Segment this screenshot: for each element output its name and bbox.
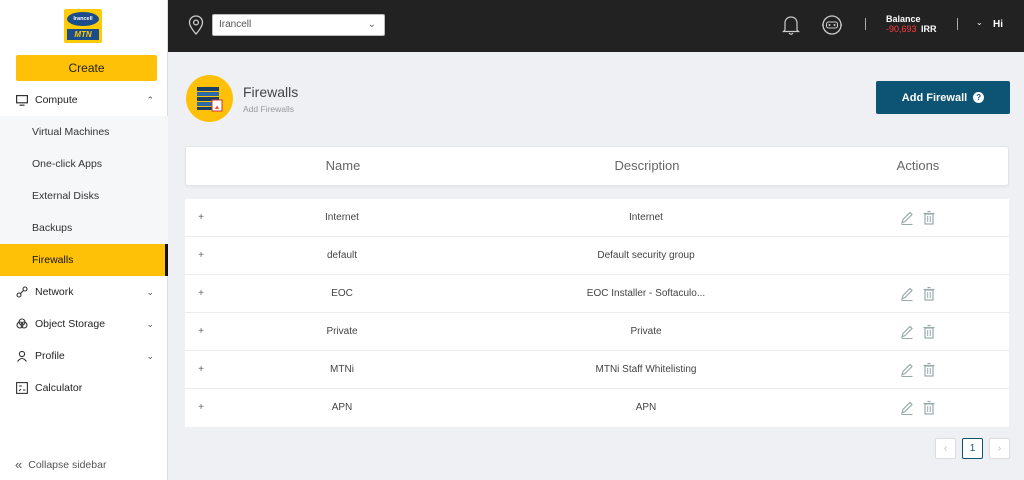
- location-pin-icon: [188, 15, 204, 35]
- firewall-icon: [186, 75, 233, 122]
- page-title: Firewalls: [243, 84, 299, 100]
- sidebar-item-label: Profile: [35, 350, 65, 362]
- edit-icon[interactable]: [900, 286, 914, 302]
- divider: [865, 18, 866, 30]
- edit-icon[interactable]: [900, 210, 914, 226]
- chevron-down-icon: ⌄: [367, 19, 376, 30]
- collapse-sidebar-button[interactable]: « Collapse sidebar: [15, 457, 106, 472]
- add-firewall-button[interactable]: Add Firewall ?: [876, 81, 1010, 114]
- chevron-down-icon: ⌄: [146, 318, 154, 329]
- sidebar-item-label: Compute: [35, 94, 78, 106]
- edit-icon[interactable]: [900, 400, 914, 416]
- add-firewall-label: Add Firewall: [901, 91, 968, 104]
- pagination-page-1[interactable]: 1: [962, 438, 983, 459]
- cell-name: MTNi: [330, 364, 354, 375]
- sidebar-item-calculator[interactable]: Calculator: [0, 372, 168, 404]
- cell-description: MTNi Staff Whitelisting: [595, 364, 697, 375]
- column-header-name[interactable]: Name: [186, 147, 500, 185]
- sidebar-item-network[interactable]: Network ⌄: [0, 276, 168, 308]
- network-icon: [15, 285, 29, 299]
- cell-description: Default security group: [597, 250, 695, 261]
- monitor-icon: [15, 93, 29, 107]
- sidebar-item-firewalls[interactable]: Firewalls: [0, 244, 168, 276]
- sidebar-item-compute[interactable]: Compute ⌃: [0, 84, 168, 116]
- table-row: + APN APN: [185, 389, 1009, 427]
- irancell-logo[interactable]: Irancell MTN: [64, 9, 102, 43]
- edit-icon[interactable]: [900, 324, 914, 340]
- chevron-down-icon: ⌄: [146, 286, 154, 297]
- collapse-sidebar-label: Collapse sidebar: [28, 458, 107, 471]
- storage-icon: [15, 317, 29, 331]
- bell-icon[interactable]: [782, 14, 800, 36]
- chevron-down-icon: ⌄: [146, 350, 154, 361]
- cell-name: EOC: [331, 288, 353, 299]
- trash-icon[interactable]: [922, 210, 936, 226]
- sidebar: Irancell MTN Create Compute ⌃ Virtual Ma…: [0, 0, 168, 480]
- table-header: Name Description Actions: [185, 146, 1009, 186]
- table-row: + Internet Internet: [185, 199, 1009, 237]
- table-row: + default Default security group: [185, 237, 1009, 275]
- sidebar-item-virtual-machines[interactable]: Virtual Machines: [0, 116, 168, 148]
- sidebar-item-external-disks[interactable]: External Disks: [0, 180, 168, 212]
- sidebar-item-backups[interactable]: Backups: [0, 212, 168, 244]
- cell-description: Internet: [629, 212, 663, 223]
- column-header-description[interactable]: Description: [500, 147, 794, 185]
- trash-icon[interactable]: [922, 362, 936, 378]
- cell-description: EOC Installer - Softaculo...: [586, 288, 706, 299]
- trash-icon[interactable]: [922, 286, 936, 302]
- chevron-up-icon: ⌃: [146, 94, 154, 105]
- cell-description: Private: [630, 326, 662, 337]
- help-icon: ?: [973, 92, 985, 103]
- sidebar-item-label: Object Storage: [35, 318, 106, 330]
- topbar: Irancell ⌄ Balance -90,693 IRR ⌄ Hi: [168, 0, 1024, 52]
- sidebar-item-label: Calculator: [35, 382, 83, 394]
- balance-value: -90,693: [886, 24, 917, 34]
- table-row: + Private Private: [185, 313, 1009, 351]
- logo-top-text: Irancell: [67, 12, 99, 26]
- firewall-table: + Internet Internet + default Default se…: [185, 199, 1009, 427]
- cell-name: APN: [331, 402, 353, 413]
- divider: [957, 18, 958, 30]
- table-row: + EOC EOC Installer - Softaculo...: [185, 275, 1009, 313]
- cell-name: default: [326, 250, 358, 261]
- logo-bottom-text: MTN: [67, 29, 99, 40]
- cell-name: Internet: [325, 212, 359, 223]
- table-row: + MTNi MTNi Staff Whitelisting: [185, 351, 1009, 389]
- balance-currency: IRR: [921, 24, 937, 34]
- cell-name: Private: [326, 326, 358, 337]
- region-select[interactable]: Irancell ⌄: [212, 14, 385, 36]
- calculator-icon: [15, 381, 29, 395]
- support-bot-icon[interactable]: [820, 13, 844, 37]
- double-chevron-left-icon: «: [15, 457, 23, 472]
- sidebar-item-profile[interactable]: Profile ⌄: [0, 340, 168, 372]
- user-icon: [15, 349, 29, 363]
- sidebar-item-object-storage[interactable]: Object Storage ⌄: [0, 308, 168, 340]
- region-select-value: Irancell: [219, 19, 252, 30]
- trash-icon[interactable]: [922, 324, 936, 340]
- chevron-down-icon[interactable]: ⌄: [976, 18, 983, 27]
- pagination-prev-button[interactable]: ‹: [935, 438, 956, 459]
- column-header-actions: Actions: [896, 158, 940, 173]
- pagination-next-button[interactable]: ›: [989, 438, 1010, 459]
- user-menu[interactable]: Hi: [993, 19, 1003, 30]
- cell-description: APN: [635, 402, 657, 413]
- balance-label: Balance: [886, 14, 921, 24]
- sidebar-item-one-click-apps[interactable]: One-click Apps: [0, 148, 168, 180]
- edit-icon[interactable]: [900, 362, 914, 378]
- page-subtitle: Add Firewalls: [243, 104, 295, 114]
- create-button[interactable]: Create: [16, 55, 157, 81]
- trash-icon[interactable]: [922, 400, 936, 416]
- sidebar-item-label: Network: [35, 286, 74, 298]
